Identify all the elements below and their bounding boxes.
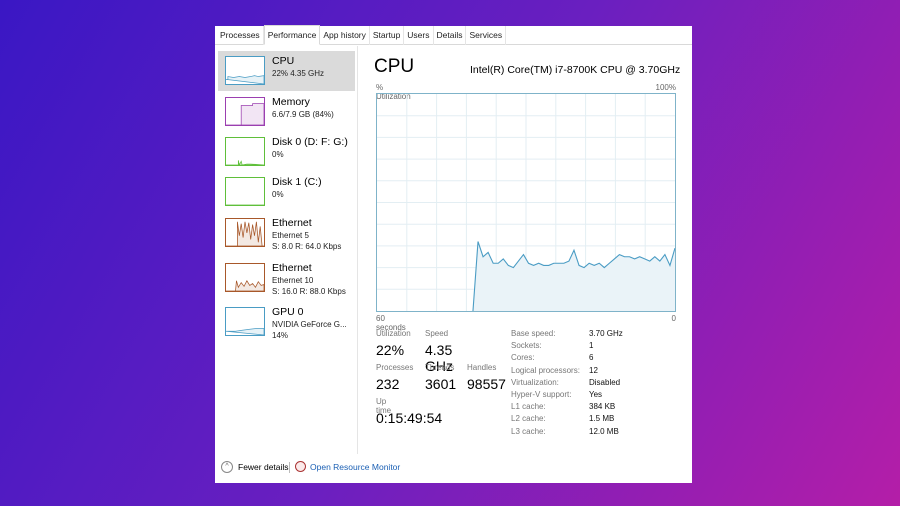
spec-key: Cores: (511, 353, 535, 363)
spec-key: Virtualization: (511, 377, 559, 387)
sidebar-item-disk-2[interactable]: Disk 0 (D: F: G:) 0% (218, 132, 355, 172)
spec-key: Hyper-V support: (511, 390, 572, 399)
sidebar-item-name: Ethernet (272, 262, 312, 274)
divider (289, 462, 290, 473)
spec-value: 12 (589, 365, 598, 375)
spec-key: Base speed: (511, 329, 556, 338)
spec-value: 3.70 GHz (589, 329, 623, 338)
spec-key: L3 cache: (511, 426, 546, 436)
spec-key: Sockets: (511, 341, 542, 351)
sidebar-item-ethernet-4[interactable]: Ethernet Ethernet 5 S: 8.0 R: 64.0 Kbps (218, 213, 355, 253)
sidebar-item-gpu-6[interactable]: GPU 0 NVIDIA GeForce G... 14% (218, 302, 355, 342)
sidebar-item-name: Ethernet (272, 217, 312, 229)
sidebar-item-name: Disk 0 (D: F: G:) (272, 136, 348, 148)
y-max-label: 100% (655, 83, 676, 92)
tab-app-history[interactable]: App history (320, 26, 370, 45)
spec-value: 384 KB (589, 402, 616, 412)
handles-label: Handles (467, 363, 497, 372)
sidebar-item-memory-1[interactable]: Memory 6.6/7.9 GB (84%) (218, 92, 355, 132)
spec-value: 6 (589, 353, 594, 363)
speed-label: Speed (425, 329, 449, 338)
fewer-details-button[interactable]: ^ Fewer details (221, 461, 289, 473)
task-manager-window: Processes Performance App history Startup Us… (215, 25, 692, 483)
tab-bar: Processes Performance App history Startup Us… (215, 25, 692, 45)
sidebar-item-name: CPU (272, 55, 295, 67)
spec-value: 1.5 MB (589, 414, 615, 424)
footer: ^ Fewer details Open Resource Monitor (215, 454, 692, 483)
processes-value: 232 (376, 376, 400, 392)
sidebar-item-name: Memory (272, 96, 310, 108)
mini-graph-icon (225, 263, 265, 292)
mini-graph-icon (225, 218, 265, 247)
sidebar-item-detail-2: 14% (272, 331, 289, 340)
handles-value: 98557 (467, 376, 506, 392)
sidebar-item-detail: 0% (272, 150, 284, 159)
tab-startup[interactable]: Startup (370, 26, 405, 45)
sidebar-item-detail-2: S: 16.0 R: 88.0 Kbps (272, 287, 346, 296)
processes-label: Processes (376, 363, 414, 372)
sidebar-item-name: Disk 1 (C:) (272, 176, 322, 188)
spec-key: L1 cache: (511, 402, 546, 412)
tab-services[interactable]: Services (466, 26, 507, 45)
utilization-label: Utilization (376, 329, 411, 338)
resource-monitor-icon (295, 461, 306, 472)
cpu-model: Intel(R) Core(TM) i7-8700K CPU @ 3.70GHz (470, 64, 681, 76)
tab-processes[interactable]: Processes (217, 26, 264, 45)
page-title: CPU (374, 56, 415, 77)
sidebar-item-detail: Ethernet 5 (272, 231, 309, 240)
spec-key: Logical processors: (511, 365, 580, 375)
mini-graph-icon (225, 177, 265, 206)
spec-key: L2 cache: (511, 414, 546, 424)
mini-graph-icon (225, 307, 265, 336)
cpu-utilization-graph (376, 93, 676, 312)
sidebar-item-ethernet-5[interactable]: Ethernet Ethernet 10 S: 16.0 R: 88.0 Kbp… (218, 258, 355, 298)
sidebar: CPU 22% 4.35 GHz Memory 6.6/7.9 GB (84%)… (215, 46, 358, 454)
mini-graph-icon (225, 56, 265, 85)
fewer-details-label: Fewer details (238, 462, 289, 472)
sidebar-item-detail: 22% 4.35 GHz (272, 69, 325, 78)
threads-label: Threads (425, 363, 455, 372)
utilization-value: 22% (376, 342, 405, 358)
x-right-label: 0 (671, 314, 676, 323)
uptime-value: 0:15:49:54 (376, 410, 443, 426)
mini-graph-icon (225, 137, 265, 166)
open-resource-monitor-link[interactable]: Open Resource Monitor (295, 461, 400, 472)
chevron-up-icon: ^ (221, 461, 233, 473)
spec-value: 12.0 MB (589, 426, 619, 436)
open-resource-monitor-label: Open Resource Monitor (310, 461, 401, 472)
sidebar-item-disk-3[interactable]: Disk 1 (C:) 0% (218, 172, 355, 212)
sidebar-item-detail-2: S: 8.0 R: 64.0 Kbps (272, 242, 342, 251)
spec-value: Yes (589, 390, 603, 399)
threads-value: 3601 (425, 376, 457, 392)
tab-details[interactable]: Details (434, 26, 467, 45)
mini-graph-icon (225, 97, 265, 126)
spec-value: 1 (589, 341, 594, 351)
tab-performance[interactable]: Performance (263, 25, 321, 45)
sidebar-item-name: GPU 0 (272, 306, 304, 318)
sidebar-item-detail: Ethernet 10 (272, 276, 314, 285)
spec-value: Disabled (589, 377, 621, 387)
sidebar-item-cpu-0[interactable]: CPU 22% 4.35 GHz (218, 51, 355, 91)
sidebar-item-detail: NVIDIA GeForce G... (272, 320, 347, 329)
graph-svg (377, 94, 676, 312)
sidebar-item-detail: 6.6/7.9 GB (84%) (272, 110, 334, 119)
sidebar-item-detail: 0% (272, 190, 284, 199)
tab-users[interactable]: Users (404, 26, 434, 45)
